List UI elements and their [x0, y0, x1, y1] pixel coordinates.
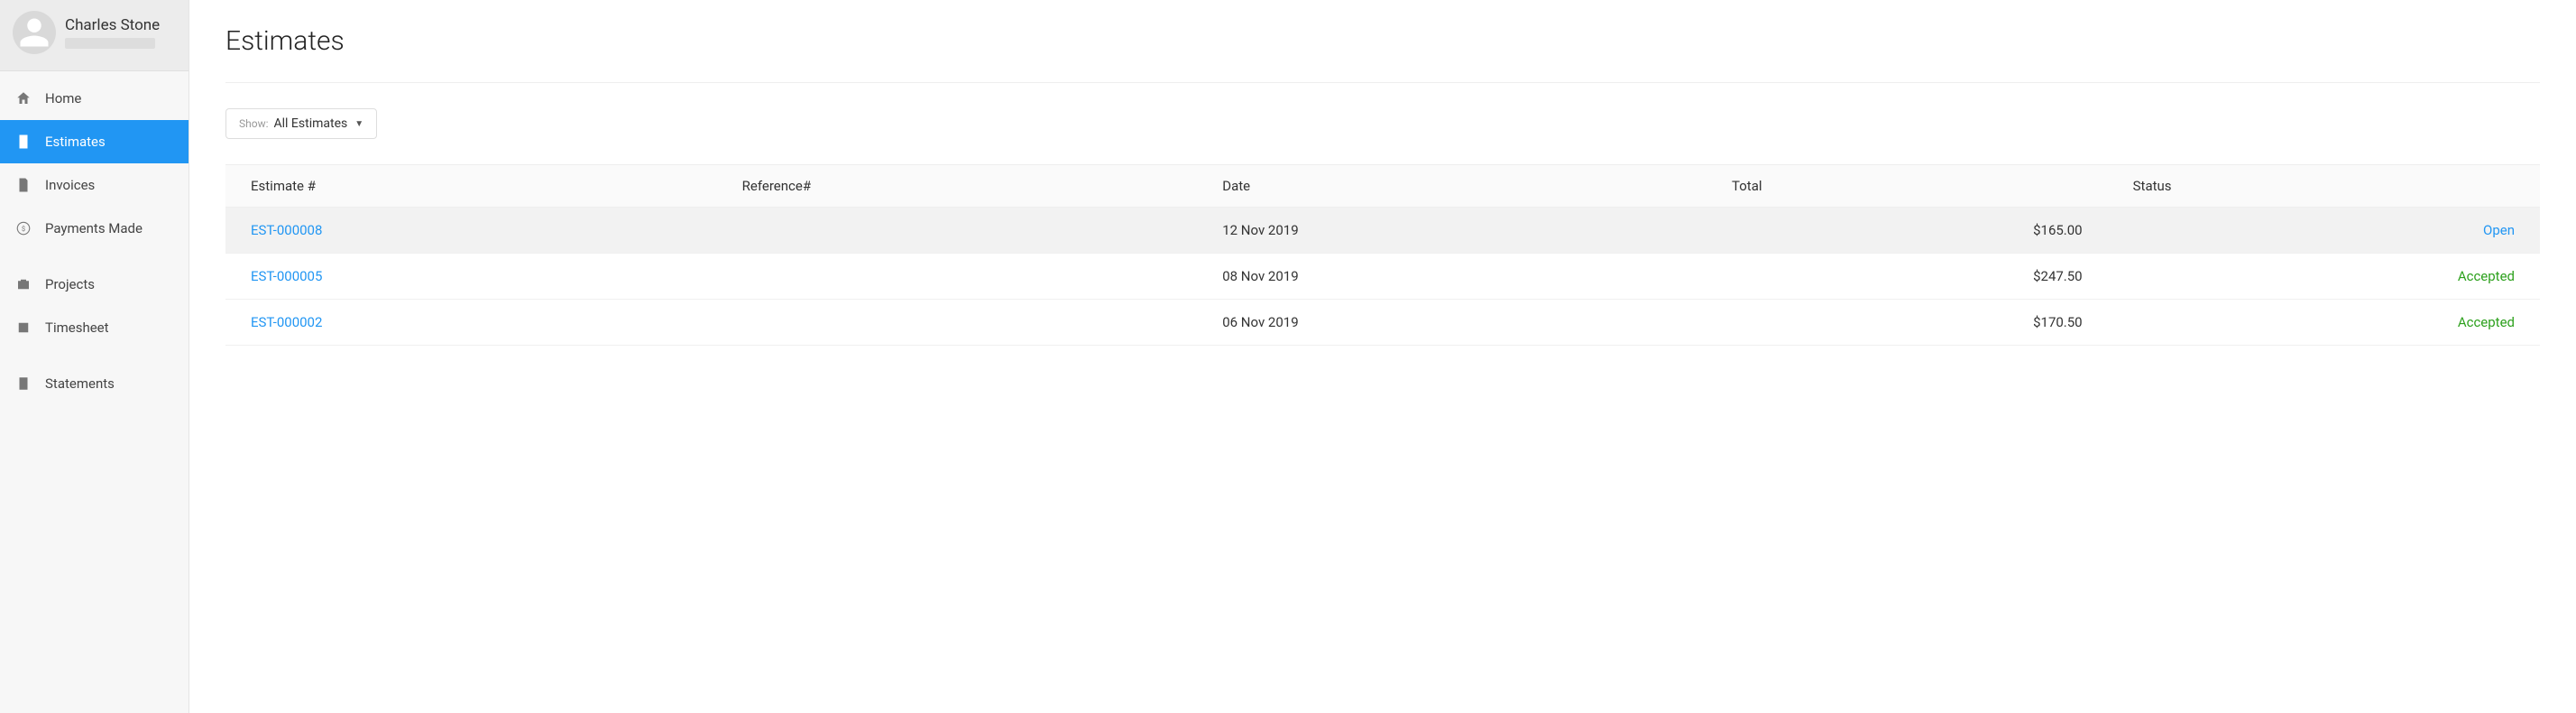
th-reference[interactable]: Reference#	[717, 165, 1198, 208]
cell-date: 08 Nov 2019	[1197, 254, 1707, 300]
sidebar-item-label: Estimates	[45, 134, 106, 150]
sidebar-item-invoices[interactable]: Invoices	[0, 163, 189, 207]
estimate-link[interactable]: EST-000008	[251, 222, 322, 238]
cell-reference	[717, 254, 1198, 300]
sidebar-item-label: Projects	[45, 276, 95, 292]
user-icon	[17, 15, 51, 50]
cell-status: Accepted	[2108, 254, 2540, 300]
sidebar-item-payments[interactable]: $ Payments Made	[0, 207, 189, 250]
sidebar-item-projects[interactable]: Projects	[0, 263, 189, 306]
timesheet-icon	[14, 319, 32, 337]
sidebar-item-label: Payments Made	[45, 220, 143, 236]
cell-total: $165.00	[1707, 208, 2108, 254]
chevron-down-icon: ▼	[354, 119, 363, 129]
svg-text:$: $	[22, 225, 25, 233]
estimates-table: Estimate # Reference# Date Total Status …	[225, 164, 2540, 346]
avatar	[13, 11, 56, 54]
th-status[interactable]: Status	[2108, 165, 2540, 208]
cell-reference	[717, 208, 1198, 254]
th-estimate[interactable]: Estimate #	[225, 165, 717, 208]
statements-icon	[14, 375, 32, 393]
filter-dropdown[interactable]: Show: All Estimates ▼	[225, 108, 377, 139]
table-header-row: Estimate # Reference# Date Total Status	[225, 165, 2540, 208]
estimate-link[interactable]: EST-000002	[251, 314, 322, 330]
cell-status: Open	[2108, 208, 2540, 254]
sidebar-item-estimates[interactable]: Estimates	[0, 120, 189, 163]
estimate-icon	[14, 133, 32, 151]
sidebar: Charles Stone Home Estimates Invoices $ …	[0, 0, 189, 713]
page-title: Estimates	[225, 25, 2540, 83]
sidebar-item-timesheet[interactable]: Timesheet	[0, 306, 189, 349]
cell-reference	[717, 300, 1198, 346]
estimate-link[interactable]: EST-000005	[251, 268, 322, 284]
sidebar-item-label: Timesheet	[45, 319, 109, 336]
sidebar-nav: Home Estimates Invoices $ Payments Made …	[0, 77, 189, 405]
sidebar-item-home[interactable]: Home	[0, 77, 189, 120]
th-total[interactable]: Total	[1707, 165, 2108, 208]
main-content: Estimates Show: All Estimates ▼ Estimate…	[189, 0, 2576, 713]
sidebar-item-label: Home	[45, 90, 81, 106]
projects-icon	[14, 275, 32, 293]
sidebar-item-statements[interactable]: Statements	[0, 362, 189, 405]
user-area[interactable]: Charles Stone	[0, 0, 189, 71]
cell-date: 06 Nov 2019	[1197, 300, 1707, 346]
cell-date: 12 Nov 2019	[1197, 208, 1707, 254]
home-icon	[14, 89, 32, 107]
cell-status: Accepted	[2108, 300, 2540, 346]
filter-show-label: Show:	[239, 117, 269, 130]
sidebar-item-label: Invoices	[45, 177, 95, 193]
payments-icon: $	[14, 219, 32, 237]
table-row[interactable]: EST-000002 06 Nov 2019$170.50Accepted	[225, 300, 2540, 346]
sidebar-item-label: Statements	[45, 375, 115, 392]
table-row[interactable]: EST-000008 12 Nov 2019$165.00Open	[225, 208, 2540, 254]
cell-total: $170.50	[1707, 300, 2108, 346]
invoice-icon	[14, 176, 32, 194]
table-row[interactable]: EST-000005 08 Nov 2019$247.50Accepted	[225, 254, 2540, 300]
user-name: Charles Stone	[65, 16, 160, 34]
th-date[interactable]: Date	[1197, 165, 1707, 208]
filter-selected: All Estimates	[274, 116, 348, 131]
user-info: Charles Stone	[65, 16, 160, 49]
cell-total: $247.50	[1707, 254, 2108, 300]
user-org-placeholder	[65, 38, 155, 49]
